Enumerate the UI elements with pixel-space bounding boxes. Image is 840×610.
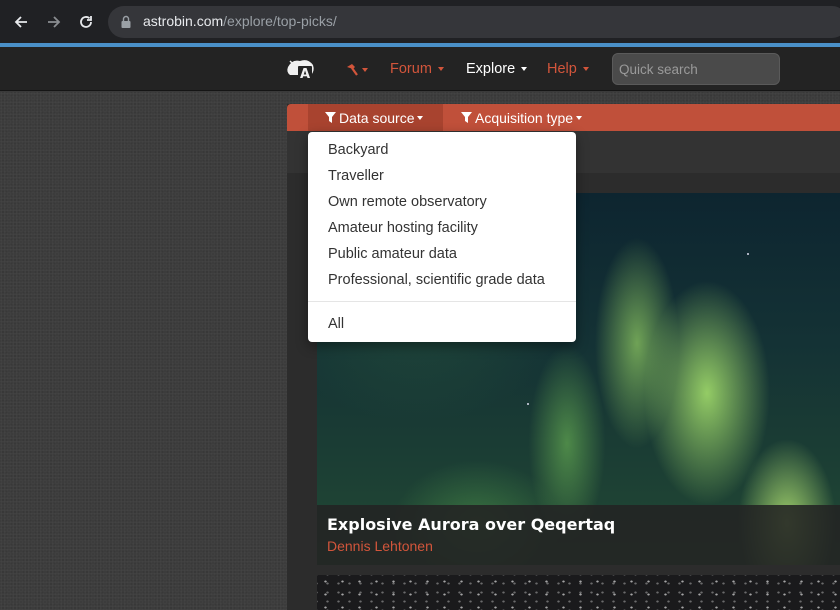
- astrobin-logo[interactable]: A: [286, 57, 316, 82]
- filter-icon: [461, 112, 472, 123]
- dropdown-item-own-remote-observatory[interactable]: Own remote observatory: [328, 194, 487, 210]
- url-path: /explore/top-picks/: [223, 13, 337, 29]
- tools-menu[interactable]: [345, 62, 368, 78]
- forward-icon[interactable]: [42, 10, 66, 34]
- photo-title[interactable]: Explosive Aurora over Qeqertaq: [327, 515, 615, 534]
- dropdown-item-public-amateur-data[interactable]: Public amateur data: [328, 246, 457, 262]
- url-text: astrobin.com/explore/top-picks/: [143, 13, 337, 29]
- dropdown-item-amateur-hosting-facility[interactable]: Amateur hosting facility: [328, 220, 478, 236]
- star: [747, 253, 749, 255]
- filter-icon: [325, 112, 336, 123]
- chevron-down-icon: [521, 67, 528, 72]
- url-domain: astrobin.com: [143, 13, 224, 29]
- nav-explore-label: Explore: [466, 61, 516, 77]
- chevron-down-icon: [582, 67, 589, 72]
- dropdown-item-all[interactable]: All: [328, 316, 344, 332]
- nav-help-label: Help: [547, 61, 577, 77]
- chevron-down-icon: [417, 115, 424, 120]
- dropdown-item-traveller[interactable]: Traveller: [328, 168, 384, 184]
- nav-help[interactable]: Help: [547, 61, 589, 77]
- dropdown-item-backyard[interactable]: Backyard: [328, 142, 388, 158]
- nav-explore[interactable]: Explore: [466, 61, 528, 77]
- data-source-filter-button[interactable]: Data source: [308, 104, 443, 131]
- chevron-down-icon: [362, 68, 368, 73]
- chevron-down-icon: [576, 115, 583, 120]
- data-source-label: Data source: [339, 109, 415, 126]
- logo-letter: A: [300, 67, 310, 81]
- next-photo[interactable]: [317, 575, 840, 610]
- photo-author[interactable]: Dennis Lehtonen: [327, 538, 433, 554]
- reload-icon[interactable]: [74, 10, 98, 34]
- nav-forum-label: Forum: [390, 61, 432, 77]
- nav-forum[interactable]: Forum: [390, 61, 444, 77]
- data-source-dropdown: [308, 132, 576, 342]
- acquisition-type-label: Acquisition type: [475, 109, 574, 126]
- quick-search-input[interactable]: [612, 53, 780, 85]
- photo-caption: [317, 505, 840, 565]
- back-icon[interactable]: [9, 10, 33, 34]
- dropdown-item-professional-data[interactable]: Professional, scientific grade data: [328, 272, 545, 288]
- hammer-icon: [347, 64, 358, 76]
- chevron-down-icon: [437, 67, 444, 72]
- star: [527, 403, 529, 405]
- acquisition-type-filter-button[interactable]: Acquisition type: [461, 104, 583, 131]
- dropdown-divider: [308, 301, 576, 302]
- lock-icon: [120, 14, 132, 33]
